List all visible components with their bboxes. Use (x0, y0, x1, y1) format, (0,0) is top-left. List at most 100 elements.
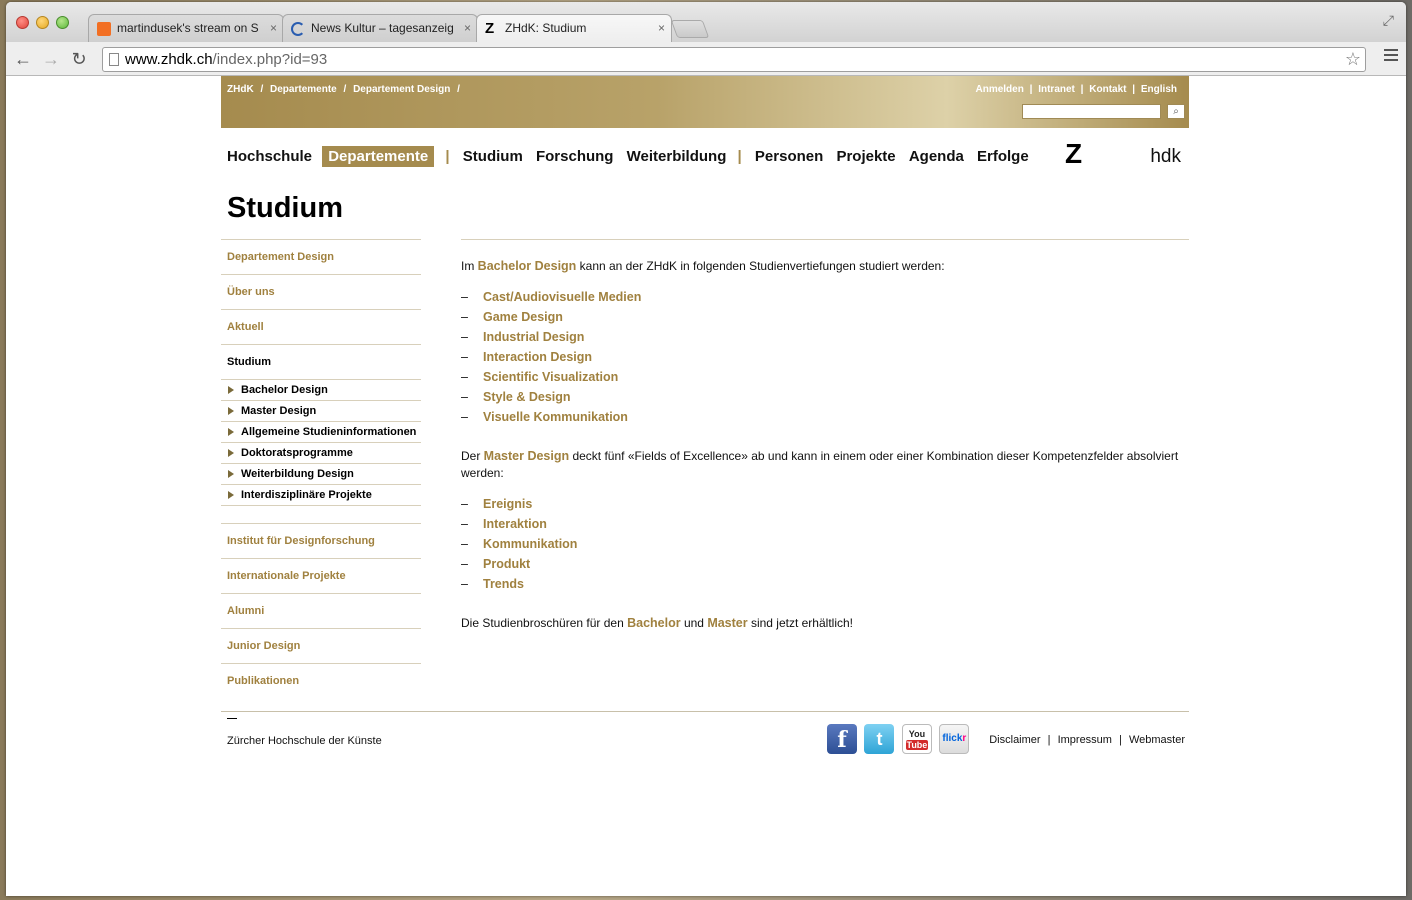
header-bar: ZHdK / Departemente / Departement Design… (221, 76, 1189, 128)
twitter-icon[interactable]: t (864, 724, 895, 754)
sidebar-item-publikationen[interactable]: Publikationen (221, 663, 421, 698)
list-item: – Produkt (461, 554, 1189, 574)
new-tab-button[interactable] (670, 20, 710, 38)
nav-departemente[interactable]: Departemente (322, 146, 435, 167)
utility-separator: | (1029, 84, 1033, 95)
search-input[interactable] (1022, 104, 1161, 119)
disclaimer-link[interactable]: Disclaimer (989, 734, 1040, 746)
sidebar-subitem-allgemeine-studieninformationen[interactable]: Allgemeine Studieninformationen (221, 421, 421, 442)
sidebar-subitem-bachelor-design[interactable]: Bachelor Design (221, 379, 421, 400)
browser-tab-tagesanzeiger[interactable]: News Kultur – tagesanzeig × (282, 14, 478, 42)
sidebar-item-internationale-projekte[interactable]: Internationale Projekte (221, 558, 421, 593)
nav-projekte[interactable]: Projekte (836, 146, 895, 167)
master-brochure-link[interactable]: Master (707, 616, 747, 630)
list-item: – Scientific Visualization (461, 367, 1189, 387)
bachelor-brochure-link[interactable]: Bachelor (627, 616, 681, 630)
sidebar-item-junior-design[interactable]: Junior Design (221, 628, 421, 663)
close-tab-icon[interactable]: × (658, 15, 665, 42)
browser-tab-zhdk-studium[interactable]: Z ZHdK: Studium × (476, 14, 672, 42)
loading-spinner-icon (291, 22, 305, 36)
bookmark-star-icon[interactable]: ☆ (1345, 48, 1361, 71)
dash: – (461, 537, 468, 551)
close-tab-icon[interactable]: × (270, 15, 277, 42)
list-item: – Cast/Audiovisuelle Medien (461, 287, 1189, 307)
zoom-window-button[interactable] (56, 16, 69, 29)
brochure-text: sind jetzt erhältlich! (747, 616, 853, 630)
breadcrumb-zhdk[interactable]: ZHdK (227, 84, 254, 95)
master-link-interaktion[interactable]: Interaktion (483, 517, 547, 531)
sidebar-item-departement-design[interactable]: Departement Design (221, 239, 421, 274)
impressum-link[interactable]: Impressum (1058, 734, 1112, 746)
sidebar-subitem-weiterbildung-design[interactable]: Weiterbildung Design (221, 463, 421, 484)
sidebar-subitem-label: Master Design (241, 405, 317, 417)
utility-separator: | (1080, 84, 1084, 95)
master-link-ereignis[interactable]: Ereignis (483, 497, 532, 511)
sidebar-item-institut-fuer-designforschung[interactable]: Institut für Designforschung (221, 523, 421, 558)
sidebar-item-alumni[interactable]: Alumni (221, 593, 421, 628)
master-link-trends[interactable]: Trends (483, 577, 524, 591)
sidebar-subitem-master-design[interactable]: Master Design (221, 400, 421, 421)
zhdk-logo-z[interactable]: Z (1065, 138, 1082, 170)
brochure-text: Die Studienbroschüren für den (461, 616, 628, 630)
master-link-kommunikation[interactable]: Kommunikation (483, 537, 577, 551)
sidebar-item-aktuell[interactable]: Aktuell (221, 309, 421, 344)
sidebar-subitem-label: Doktoratsprogramme (241, 447, 353, 459)
youtube-text: You (908, 729, 926, 739)
address-bar[interactable]: www.zhdk.ch/index.php?id=93 ☆ (102, 47, 1366, 72)
sidebar-subitem-interdisziplinaere-projekte[interactable]: Interdisziplinäre Projekte (221, 484, 421, 505)
zhdk-logo-hdk[interactable]: hdk (1150, 146, 1181, 168)
facebook-icon[interactable]: f (827, 724, 857, 754)
english-link[interactable]: English (1141, 84, 1177, 95)
flickr-icon[interactable]: flickr (939, 724, 970, 754)
close-tab-icon[interactable]: × (464, 15, 471, 42)
nav-hochschule[interactable]: Hochschule (227, 146, 312, 167)
fullscreen-icon[interactable]: ⤢ (1383, 12, 1394, 29)
browser-tab-soundcloud[interactable]: martindusek's stream on S × (88, 14, 284, 42)
nav-erfolge[interactable]: Erfolge (977, 146, 1029, 167)
breadcrumb-departement-design[interactable]: Departement Design (353, 84, 450, 95)
nav-weiterbildung[interactable]: Weiterbildung (627, 146, 727, 167)
intranet-link[interactable]: Intranet (1038, 84, 1075, 95)
tab-title: ZHdK: Studium (505, 21, 587, 35)
bachelor-link-game-design[interactable]: Game Design (483, 310, 563, 324)
bachelor-link-industrial-design[interactable]: Industrial Design (483, 330, 584, 344)
web-page: ZHdK / Departemente / Departement Design… (6, 76, 1406, 896)
login-link[interactable]: Anmelden (976, 84, 1024, 95)
bachelor-link-cast[interactable]: Cast/Audiovisuelle Medien (483, 290, 641, 304)
sidebar-subitem-doktoratsprogramme[interactable]: Doktoratsprogramme (221, 442, 421, 463)
legal-separator: | (1047, 734, 1051, 746)
nav-forschung[interactable]: Forschung (536, 146, 614, 167)
breadcrumb: ZHdK / Departemente / Departement Design… (227, 84, 464, 95)
nav-agenda[interactable]: Agenda (909, 146, 964, 167)
zhdk-site: ZHdK / Departemente / Departement Design… (221, 76, 1189, 754)
webmaster-link[interactable]: Webmaster (1129, 734, 1185, 746)
menu-icon[interactable] (1384, 49, 1398, 64)
nav-studium[interactable]: Studium (463, 146, 523, 167)
breadcrumb-separator: / (457, 84, 460, 95)
youtube-icon[interactable]: You Tube (901, 724, 932, 754)
sidebar: Departement Design Über uns Aktuell Stud… (221, 239, 421, 698)
browser-window: martindusek's stream on S × News Kultur … (6, 2, 1406, 896)
minimize-window-button[interactable] (36, 16, 49, 29)
forward-icon[interactable]: → (40, 48, 62, 70)
back-icon[interactable]: ← (12, 48, 34, 70)
sidebar-item-studium[interactable]: Studium (221, 344, 421, 379)
sidebar-item-ueber-uns[interactable]: Über uns (221, 274, 421, 309)
reload-icon[interactable]: ↻ (68, 48, 90, 70)
list-item: – Kommunikation (461, 534, 1189, 554)
bachelor-link-interaction-design[interactable]: Interaction Design (483, 350, 592, 364)
close-window-button[interactable] (16, 16, 29, 29)
bachelor-link-style-design[interactable]: Style & Design (483, 390, 571, 404)
dash: – (461, 577, 468, 591)
contact-link[interactable]: Kontakt (1089, 84, 1126, 95)
search-icon[interactable]: ⌕ (1167, 104, 1185, 119)
footer: Zürcher Hochschule der Künste f t You Tub… (221, 711, 1189, 771)
master-link-produkt[interactable]: Produkt (483, 557, 530, 571)
bachelor-link-visuelle-kommunikation[interactable]: Visuelle Kommunikation (483, 410, 628, 424)
breadcrumb-departemente[interactable]: Departemente (270, 84, 337, 95)
bachelor-link-scientific-visualization[interactable]: Scientific Visualization (483, 370, 618, 384)
master-design-link[interactable]: Master Design (484, 449, 569, 463)
bachelor-design-link[interactable]: Bachelor Design (478, 259, 577, 273)
master-text: deckt fünf «Fields of Excellence» ab und… (461, 449, 1179, 480)
nav-personen[interactable]: Personen (755, 146, 823, 167)
